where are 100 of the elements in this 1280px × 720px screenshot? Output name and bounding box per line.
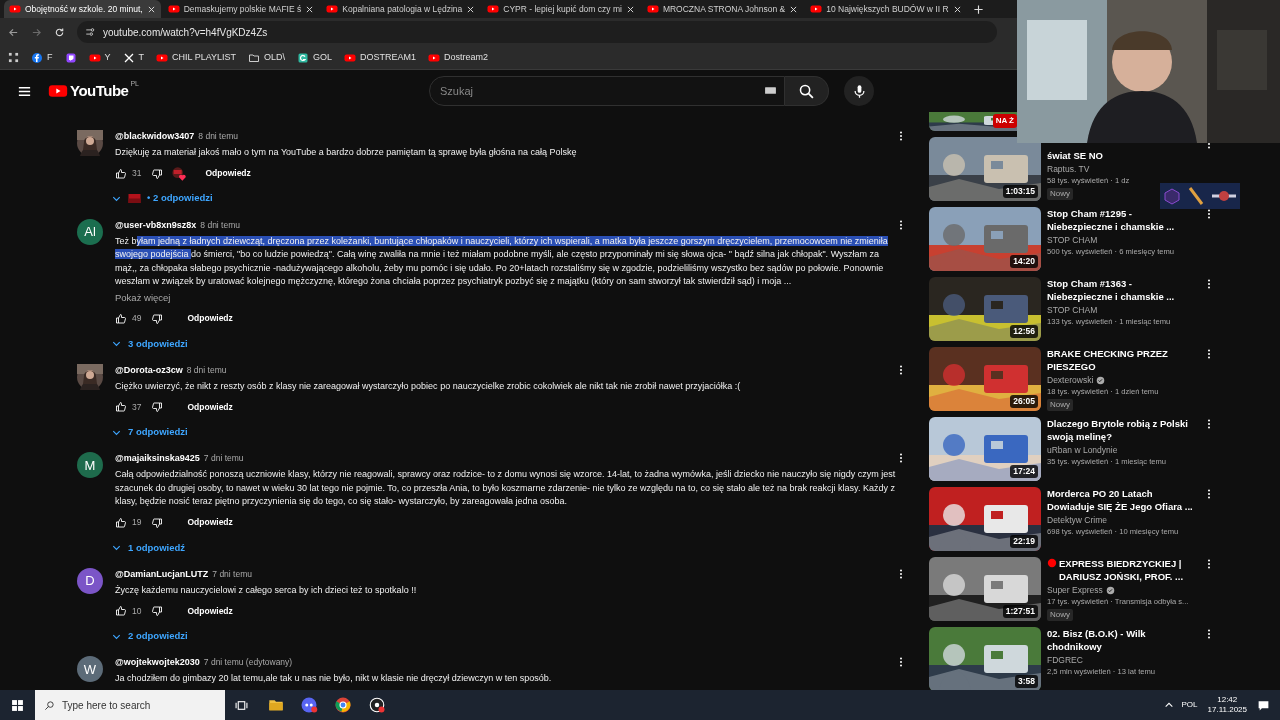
comment-author[interactable]: @Dorota-oz3cw (115, 363, 183, 378)
close-icon[interactable] (146, 4, 156, 14)
show-more-link[interactable]: Pokaż więcej (115, 290, 171, 305)
browser-tab[interactable]: Demaskujemy polskie MAFIE ś (162, 0, 320, 18)
close-icon[interactable] (305, 4, 315, 14)
browser-tab[interactable]: Kopalniana patologia w Lędzina (321, 0, 481, 18)
comment-author[interactable]: @wojtekwojtek2030 (115, 656, 200, 670)
video-title[interactable]: świat SE NO (1047, 149, 1103, 162)
bookmark[interactable]: DOSTREAM1 (344, 50, 417, 65)
video-title[interactable]: Stop Cham #1363 - Niebezpieczne i chamskie ... (1047, 277, 1197, 303)
comment-time[interactable]: 7 dni temu (212, 567, 252, 581)
replies-toggle[interactable]: 2 odpowiedzi (111, 629, 188, 644)
thumbs-down-icon[interactable] (151, 605, 164, 618)
browser-tab[interactable]: CYPR - lepiej kupić dom czy mi (482, 0, 640, 18)
channel-name[interactable]: Detektyw Crime (1047, 514, 1107, 526)
comment-time[interactable]: 7 dni temu (edytowany) (203, 656, 293, 669)
video-title[interactable]: Morderca PO 20 Latach Dowiaduje SIĘ ŻE Jego Ofiara ... (1047, 487, 1197, 513)
clock-date[interactable]: 17.11.2025 (1207, 705, 1247, 715)
youtube-logo[interactable]: YouTube (48, 79, 129, 103)
channel-name[interactable]: uRban w Londynie (1047, 444, 1118, 456)
language-indicator[interactable]: POL (1181, 699, 1198, 711)
replies-toggle[interactable]: • 2 odpowiedzi (111, 191, 213, 206)
new-tab-icon[interactable] (972, 3, 984, 15)
search-button[interactable] (785, 76, 829, 106)
like-button[interactable]: 49 (115, 312, 142, 326)
channel-name[interactable]: STOP CHAM (1047, 304, 1098, 316)
comment-time[interactable]: 8 dni temu (200, 218, 241, 232)
thumbs-up-icon (115, 312, 127, 325)
task-view-icon[interactable] (235, 698, 248, 712)
bookmark[interactable]: F (31, 50, 53, 65)
close-icon[interactable] (952, 4, 962, 14)
comment-author[interactable]: @blackwidow3407 (115, 130, 195, 144)
keyboard-icon[interactable] (764, 84, 777, 97)
channel-name[interactable]: Super Express (1047, 584, 1103, 596)
chevron-up-icon[interactable] (1163, 700, 1174, 710)
reply-button[interactable]: Odpowiedz (187, 312, 233, 326)
bookmark[interactable]: Dostream2 (428, 50, 489, 65)
video-title[interactable]: 02. Bisz (B.O.K) - Wilk chodnikowy (1047, 627, 1197, 653)
reply-button[interactable]: Odpowiedz (205, 167, 251, 180)
browser-tab[interactable]: 10 Największych BUDÓW w II R (805, 0, 967, 18)
clock-time[interactable]: 12:42 (1217, 695, 1238, 705)
replies-toggle[interactable]: 1 odpowiedź (111, 540, 185, 555)
search-field[interactable]: Szukaj (429, 76, 785, 106)
reply-button[interactable]: Odpowiedz (187, 400, 233, 414)
reply-button[interactable]: Odpowiedz (187, 516, 233, 530)
chrome-icon[interactable] (334, 696, 352, 714)
comment-time[interactable]: 8 dni temu (186, 363, 227, 377)
thumbs-down-icon[interactable] (151, 516, 164, 529)
video-title[interactable]: EXPRESS BIEDRZYCKIEJ | DARIUSZ JOŃSKI, PROF. ... (1059, 557, 1197, 583)
channel-name[interactable]: STOP CHAM (1047, 234, 1098, 246)
like-button[interactable]: 37 (115, 400, 142, 414)
folder-icon[interactable] (268, 697, 284, 713)
replies-toggle[interactable]: 3 odpowiedzi (111, 336, 188, 351)
comment-time[interactable]: 8 dni temu (198, 130, 238, 143)
like-button[interactable]: 19 (115, 516, 142, 530)
reload-icon[interactable] (54, 26, 65, 38)
chat-app-icon[interactable] (300, 696, 318, 714)
browser-tab[interactable]: Obojętność w szkole. 20 minut, (4, 0, 161, 18)
record-app-icon[interactable] (368, 696, 386, 714)
duration-badge: 17:24 (1010, 465, 1038, 478)
address-bar[interactable]: youtube.com/watch?v=h4fVgKDz4Zs (77, 21, 997, 43)
like-button[interactable]: 10 (115, 604, 142, 618)
close-icon[interactable] (625, 4, 635, 14)
youtube-icon (9, 3, 21, 15)
comment-author[interactable]: @user-vb8xn9sz8x (115, 218, 197, 232)
channel-name[interactable]: FDGREC (1047, 654, 1083, 666)
notification-icon[interactable] (1257, 698, 1270, 712)
replies-toggle[interactable]: 7 odpowiedzi (111, 425, 188, 440)
forward-icon[interactable] (31, 26, 42, 38)
taskbar-search-field[interactable]: Type here to search (35, 690, 225, 720)
video-title[interactable]: Dlaczego Brytole robią z Polski swoją melinę? (1047, 417, 1197, 443)
bookmark[interactable]: OLD\ (248, 50, 286, 65)
voice-search-button[interactable] (844, 76, 874, 106)
comment-text: Całą odpowiedzialność ponoszą uczniowie klasy, którzy nie reagowali, sprawcy oraz rodzice- to z domu wynosi się wzorce. 14-lat, to żadna wymówka, jeśli dziecko nie nauczyło się nigdy czym jest szacunek do drugiej osoby, to nawet w wieku 30 lat tego nie pojmie. To, co przeszła Ania, to było koszmarne zdarzenie- nie tylko ze względu na to, co się stało ale też na brak reakcji klasy. Każdy z klasy, będzie nosić teraz piętno przyczynienia się do tego, co się stało- wystarczyło, by zareagowała jedna osoba. (115, 468, 897, 509)
thumbs-down-icon[interactable] (151, 167, 164, 180)
thumbs-down-icon[interactable] (151, 401, 164, 414)
bookmark[interactable]: CHIL PLAYLIST (156, 50, 237, 65)
browser-tab[interactable]: MROCZNA STRONA Johnson & (641, 0, 804, 18)
like-button[interactable]: 31 (115, 167, 142, 180)
video-title[interactable]: BRAKE CHECKING PRZEZ PIESZEGO (1047, 347, 1197, 373)
close-icon[interactable] (466, 4, 476, 14)
reply-button[interactable]: Odpowiedz (187, 604, 233, 618)
site-settings-icon[interactable] (85, 27, 95, 37)
comment-author[interactable]: @majaiksinska9425 (115, 452, 200, 466)
thumbs-down-icon[interactable] (151, 312, 164, 325)
comment-time[interactable]: 7 dni temu (203, 452, 244, 465)
windows-start-icon[interactable] (11, 698, 24, 712)
live-badge: NA Ż (992, 114, 1017, 128)
close-icon[interactable] (789, 4, 799, 14)
comment-author[interactable]: @DamianLucjanLUTZ (115, 567, 209, 582)
bookmark[interactable]: GOL (297, 50, 333, 65)
new-badge: Nowy (1047, 609, 1073, 621)
back-icon[interactable] (8, 26, 19, 38)
bookmark[interactable]: Y (88, 50, 111, 65)
apps-grid-icon[interactable] (8, 52, 19, 63)
twitch-icon[interactable] (64, 51, 77, 64)
channel-name[interactable]: Dexterowski (1047, 374, 1094, 386)
channel-name[interactable]: Raptus. TV (1047, 163, 1090, 175)
video-title[interactable]: Stop Cham #1295 - Niebezpieczne i chamskie ... (1047, 207, 1197, 233)
bookmark[interactable]: T (122, 50, 144, 65)
